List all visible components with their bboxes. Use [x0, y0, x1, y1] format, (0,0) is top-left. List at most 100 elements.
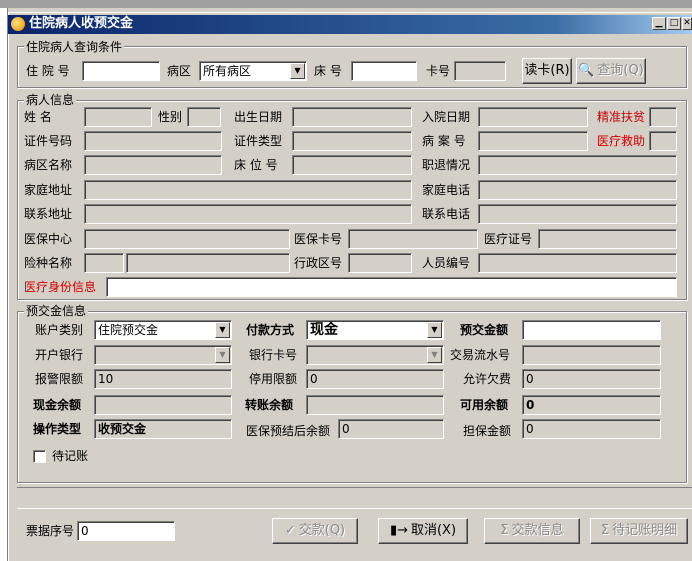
id-type-field [292, 131, 412, 151]
admin-area-field [348, 253, 412, 273]
deposit-amount-label: 预交金额 [460, 323, 509, 337]
admit-date-label: 入院日期 [422, 110, 471, 124]
bed-no-label: 床 位 号 [234, 158, 278, 172]
txn-no-field [522, 345, 661, 365]
close-button[interactable]: ✕ [682, 17, 692, 30]
window-title: 住院病人收预交金 [29, 16, 134, 31]
exit-door-icon: ▮→ [389, 523, 408, 538]
search-label: 查询(Q) [597, 63, 644, 78]
chevron-down-icon[interactable]: ▼ [290, 63, 305, 79]
alarm-limit-field: 10 [94, 369, 232, 389]
maximize-button[interactable]: □ [667, 17, 681, 30]
record-no-field [478, 131, 588, 151]
ward-name-field [84, 155, 222, 175]
ins-center-label: 医保中心 [24, 232, 73, 246]
background-window-strip [0, 0, 692, 8]
receipt-label: 票据序号 [26, 524, 75, 538]
ins-card-label: 医保卡号 [294, 232, 343, 246]
home-addr-label: 家庭地址 [24, 183, 73, 197]
receipt-input[interactable]: 0 [77, 521, 175, 541]
ward-label: 病区 [167, 64, 192, 78]
gender-field [187, 107, 221, 127]
admit-date-field [478, 107, 588, 127]
stop-limit-label: 停用限额 [249, 372, 298, 386]
read-card-button[interactable]: 读卡(R) [522, 58, 572, 84]
read-card-label: 读卡(R) [524, 63, 570, 78]
status-strip [17, 487, 692, 509]
cancel-button-label: 取消(X) [410, 523, 457, 538]
ins-settle-balance-label: 医保预结后余额 [246, 424, 331, 438]
ins-type-code-field [84, 253, 124, 273]
birth-label: 出生日期 [234, 110, 283, 124]
account-type-value: 住院预交金 [98, 323, 159, 337]
search-button[interactable]: 🔍 查询(Q) [576, 58, 646, 84]
home-addr-field [84, 180, 412, 200]
pending-label[interactable]: 待记账 [52, 448, 88, 464]
ins-type-label: 险种名称 [24, 256, 73, 270]
pay-method-value: 现金 [310, 322, 338, 338]
med-identity-field [106, 277, 677, 297]
app-icon [11, 17, 25, 31]
account-type-select[interactable]: 住院预交金 ▼ [94, 320, 232, 340]
deposit-amount-input[interactable] [522, 320, 661, 340]
deposit-group-title: 预交金信息 [24, 304, 89, 318]
name-label: 姓 名 [24, 110, 52, 124]
pending-detail-button-label: 待记账明细 [612, 523, 678, 538]
bed-no-field [292, 155, 412, 175]
cash-balance-field [94, 395, 232, 415]
cancel-button[interactable]: ▮→ 取消(X) [378, 518, 468, 544]
pay-method-label: 付款方式 [246, 323, 295, 337]
bank-label: 开户银行 [35, 348, 84, 362]
inpatient-no-input[interactable] [82, 61, 160, 81]
checkmark-icon: ✓ [284, 523, 296, 538]
med-identity-label: 医疗身份信息 [24, 280, 97, 294]
staff-no-field [478, 253, 677, 273]
gender-label: 性别 [158, 110, 183, 124]
patient-group-title: 病人信息 [24, 93, 77, 107]
pay-method-select[interactable]: 现金 ▼ [306, 320, 444, 340]
op-type-label: 操作类型 [33, 422, 82, 436]
bank-card-select[interactable]: ▼ [306, 345, 444, 365]
chevron-down-icon[interactable]: ▼ [427, 322, 442, 338]
pay-info-button-label: 交款信息 [511, 523, 564, 538]
contact-phone-field [478, 204, 677, 224]
account-type-label: 账户类别 [35, 323, 84, 337]
id-no-field [84, 131, 222, 151]
pay-button-label: 交款(Q) [298, 523, 346, 538]
allow-debt-field: 0 [522, 369, 661, 389]
chevron-down-icon[interactable]: ▼ [215, 322, 230, 338]
card-label: 卡号 [426, 64, 451, 78]
poverty-label: 精准扶贫 [597, 110, 646, 124]
title-bar[interactable]: 住院病人收预交金 ▁ □ ✕ [8, 15, 692, 34]
transfer-balance-label: 转账余额 [245, 398, 294, 412]
minimize-button[interactable]: ▁ [652, 17, 666, 30]
admin-area-label: 行政区号 [294, 256, 343, 270]
available-balance-label: 可用余额 [460, 398, 509, 412]
contact-addr-field [84, 204, 412, 224]
pay-info-button[interactable]: Σ 交款信息 [484, 518, 580, 544]
contact-addr-label: 联系地址 [24, 207, 73, 221]
birth-field [292, 107, 412, 127]
op-type-field: 收预交金 [94, 419, 232, 439]
ward-select[interactable]: 所有病区 ▼ [199, 61, 307, 81]
query-group-title: 住院病人查询条件 [24, 40, 125, 54]
retire-field [478, 155, 677, 175]
bank-select[interactable]: ▼ [94, 345, 232, 365]
chevron-down-icon[interactable]: ▼ [215, 347, 230, 363]
background-left-panel [0, 8, 8, 561]
pending-detail-button[interactable]: Σ 待记账明细 [590, 518, 688, 544]
inpatient-no-label: 住 院 号 [26, 64, 70, 78]
cash-balance-label: 现金余额 [33, 398, 82, 412]
chevron-down-icon[interactable]: ▼ [427, 347, 442, 363]
pay-button[interactable]: ✓ 交款(Q) [272, 518, 358, 544]
bank-card-label: 银行卡号 [249, 348, 298, 362]
ward-name-label: 病区名称 [24, 158, 73, 172]
ins-center-field [84, 229, 290, 249]
allow-debt-label: 允许欠费 [463, 372, 512, 386]
medical-aid-field [649, 131, 677, 151]
name-field [84, 107, 152, 127]
bed-input[interactable] [351, 61, 417, 81]
ins-settle-balance-field: 0 [338, 419, 444, 439]
card-input[interactable] [454, 61, 506, 81]
pending-checkbox[interactable] [33, 450, 46, 463]
